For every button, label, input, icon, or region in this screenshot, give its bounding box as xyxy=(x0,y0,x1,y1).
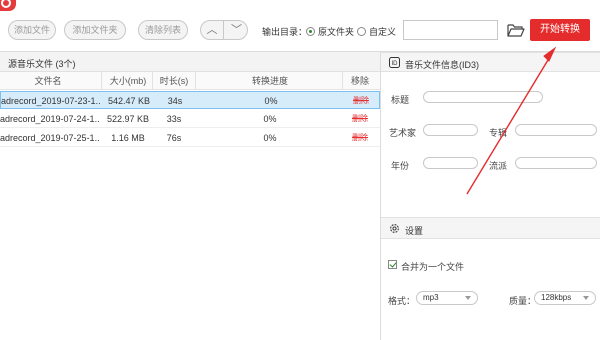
col-header-duration[interactable]: 时长(s) xyxy=(154,72,194,90)
file-list-title: 源音乐文件 (3个) xyxy=(8,59,76,69)
radio-original-folder[interactable]: 原文件夹 xyxy=(306,25,354,38)
format-select[interactable]: mp3 xyxy=(416,291,478,305)
clear-list-button[interactable]: 清除列表 xyxy=(138,20,188,40)
col-header-progress[interactable]: 转换进度 xyxy=(200,72,340,90)
row-duration: 76s xyxy=(166,133,182,143)
table-row[interactable]: adrecord_2019-07-25-1... 1.16 MB 76s 0% … xyxy=(0,129,380,147)
merge-label: 合并为一个文件 xyxy=(401,262,465,272)
artist-input[interactable] xyxy=(423,124,478,136)
row-progress: 0% xyxy=(264,96,278,106)
format-value: mp3 xyxy=(423,293,439,302)
col-divider xyxy=(101,72,102,90)
id3-panel-header: ID 音乐文件信息(ID3) xyxy=(381,52,600,72)
add-file-button[interactable]: 添加文件 xyxy=(8,20,56,40)
chevron-down-icon xyxy=(465,296,471,300)
quality-value: 128kbps xyxy=(541,293,572,302)
row-filename: adrecord_2019-07-24-1... xyxy=(0,114,100,124)
row-size: 522.97 KB xyxy=(106,114,150,124)
id3-panel-title: 音乐文件信息(ID3) xyxy=(405,60,479,70)
settings-panel-title: 设置 xyxy=(405,226,424,236)
row-duration: 34s xyxy=(167,96,183,106)
table-row[interactable]: adrecord_2019-07-24-1... 522.97 KB 33s 0… xyxy=(0,110,380,128)
row-remove-link[interactable]: 删除 xyxy=(347,92,375,110)
title-input[interactable] xyxy=(423,91,543,103)
col-divider xyxy=(195,72,196,90)
table-row[interactable]: adrecord_2019-07-23-1... 542.47 KB 34s 0… xyxy=(0,91,380,109)
genre-input[interactable] xyxy=(515,157,597,169)
genre-label: 流派 xyxy=(489,161,508,171)
row-size: 542.47 KB xyxy=(107,96,151,106)
id3-icon: ID xyxy=(389,57,400,68)
row-filename: adrecord_2019-07-25-1... xyxy=(0,133,100,143)
svg-text:ID: ID xyxy=(392,61,399,67)
chevron-down-icon xyxy=(583,296,589,300)
move-up-button[interactable]: ︿ xyxy=(201,21,224,39)
radio-custom-folder[interactable]: 自定义 xyxy=(357,25,396,38)
radio-original-label: 原文件夹 xyxy=(318,27,355,37)
col-header-size[interactable]: 大小(mb) xyxy=(104,72,152,90)
quality-label: 质量： xyxy=(509,296,537,306)
move-down-button[interactable]: ﹀ xyxy=(225,21,248,39)
merge-checkbox[interactable] xyxy=(388,260,397,269)
logo-icon xyxy=(0,0,16,11)
year-label: 年份 xyxy=(391,161,410,171)
col-header-remove[interactable]: 移除 xyxy=(346,72,374,90)
settings-panel-header: 设置 xyxy=(381,217,600,239)
output-path-input[interactable] xyxy=(403,20,498,40)
file-table-header: 文件名 大小(mb) 时长(s) 转换进度 移除 xyxy=(0,72,380,90)
row-progress: 0% xyxy=(263,114,277,124)
radio-dot[interactable] xyxy=(357,27,366,36)
row-progress: 0% xyxy=(263,133,277,143)
row-duration: 33s xyxy=(166,114,182,124)
album-input[interactable] xyxy=(515,124,597,136)
title-label: 标题 xyxy=(391,95,410,105)
panel-divider xyxy=(380,52,381,340)
row-remove-link[interactable]: 删除 xyxy=(346,110,374,128)
row-size: 1.16 MB xyxy=(111,133,145,143)
toolbar: 添加文件 添加文件夹 清除列表 ︿ ﹀ 输出目录： 原文件夹 自定义 开始转换 xyxy=(0,0,600,52)
add-folder-button[interactable]: 添加文件夹 xyxy=(64,20,126,40)
format-label: 格式： xyxy=(388,296,416,306)
file-list-header: 源音乐文件 (3个) xyxy=(0,52,380,72)
start-convert-button[interactable]: 开始转换 xyxy=(530,19,590,41)
row-filename: adrecord_2019-07-23-1... xyxy=(1,96,101,106)
row-remove-link[interactable]: 删除 xyxy=(346,129,374,147)
col-divider xyxy=(152,72,153,90)
quality-select[interactable]: 128kbps xyxy=(534,291,596,305)
col-divider xyxy=(342,72,343,90)
radio-dot-checked[interactable] xyxy=(306,27,315,36)
radio-custom-label: 自定义 xyxy=(369,27,397,37)
col-header-name[interactable]: 文件名 xyxy=(0,72,96,90)
year-input[interactable] xyxy=(423,157,478,169)
output-dir-label: 输出目录： xyxy=(262,27,308,37)
album-label: 专辑 xyxy=(489,128,508,138)
move-buttons: ︿ ﹀ xyxy=(200,20,248,40)
folder-open-icon[interactable] xyxy=(507,22,525,38)
artist-label: 艺术家 xyxy=(389,128,417,138)
gear-icon xyxy=(390,224,399,233)
